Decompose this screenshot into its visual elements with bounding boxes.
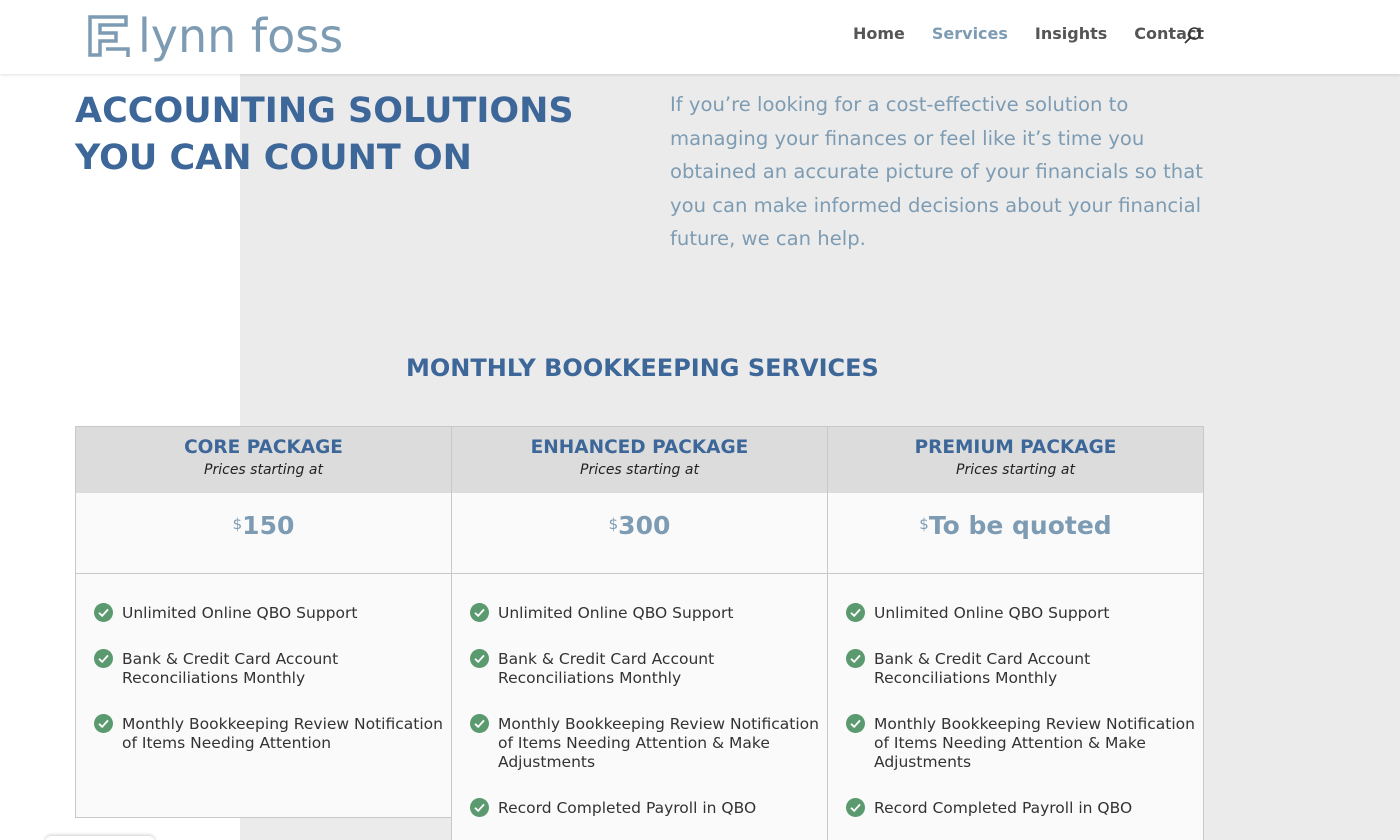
price-amount: To be quoted — [928, 511, 1112, 540]
price-amount: 150 — [242, 511, 295, 540]
check-circle-icon — [94, 603, 113, 622]
hero-title-line-2: YOU CAN COUNT ON — [75, 138, 472, 178]
pricing-column-core: CORE PACKAGE Prices starting at $150 Unl… — [75, 426, 452, 818]
check-circle-icon — [470, 798, 489, 817]
logo-text: lynn foss — [138, 9, 344, 63]
check-circle-icon — [846, 798, 865, 817]
nav-item-services[interactable]: Services — [932, 24, 1008, 43]
nav-item-home[interactable]: Home — [853, 24, 905, 43]
check-circle-icon — [846, 649, 865, 668]
feature-text: Bank & Credit Card Account Reconciliatio… — [122, 650, 339, 687]
feature-list: Unlimited Online QBO Support Bank & Cred… — [452, 574, 827, 818]
pricing-column-enhanced: ENHANCED PACKAGE Prices starting at $300… — [451, 426, 828, 840]
package-subtitle: Prices starting at — [580, 462, 699, 478]
site-header: lynn foss Home Services Insights Contact — [0, 0, 1400, 74]
hero-description: If you’re looking for a cost-effective s… — [670, 93, 1203, 250]
hero-title-line-1: ACCOUNTING SOLUTIONS — [75, 91, 574, 131]
feature-item: Record Completed Payroll in QBO — [470, 798, 827, 818]
hero-title: ACCOUNTING SOLUTIONS YOU CAN COUNT ON — [75, 88, 595, 182]
check-circle-icon — [470, 649, 489, 668]
pricing-header: CORE PACKAGE Prices starting at — [76, 427, 451, 493]
feature-list: Unlimited Online QBO Support Bank & Cred… — [76, 574, 451, 753]
feature-item: Monthly Bookkeeping Review Notification … — [94, 714, 451, 753]
section-title: MONTHLY BOOKKEEPING SERVICES — [406, 354, 879, 382]
check-circle-icon — [94, 714, 113, 733]
pricing-column-premium: PREMIUM PACKAGE Prices starting at $To b… — [827, 426, 1204, 840]
price-row: $150 — [76, 493, 451, 574]
currency-symbol: $ — [919, 515, 929, 533]
feature-text: Unlimited Online QBO Support — [874, 604, 1110, 622]
nav-item-insights[interactable]: Insights — [1035, 24, 1107, 43]
feature-item: Bank & Credit Card Account Reconciliatio… — [846, 649, 1203, 688]
feature-text: Unlimited Online QBO Support — [498, 604, 734, 622]
feature-item: Bank & Credit Card Account Reconciliatio… — [94, 649, 451, 688]
feature-text: Bank & Credit Card Account Reconciliatio… — [498, 650, 715, 687]
currency-symbol: $ — [232, 515, 243, 533]
pricing-header: ENHANCED PACKAGE Prices starting at — [452, 427, 827, 493]
feature-text: Unlimited Online QBO Support — [122, 604, 358, 622]
feature-text: Bank & Credit Card Account Reconciliatio… — [874, 650, 1091, 687]
feature-item: Unlimited Online QBO Support — [846, 603, 1203, 623]
currency-symbol: $ — [608, 515, 619, 533]
feature-item: Unlimited Online QBO Support — [470, 603, 827, 623]
feature-text: Monthly Bookkeeping Review Notification … — [122, 715, 443, 752]
site-logo[interactable]: lynn foss — [86, 10, 343, 62]
feature-text: Record Completed Payroll in QBO — [498, 799, 757, 817]
pricing-table: CORE PACKAGE Prices starting at $150 Unl… — [75, 426, 1204, 840]
package-name: CORE PACKAGE — [184, 437, 343, 458]
feature-item: Record Completed Payroll in QBO — [846, 798, 1203, 818]
check-circle-icon — [94, 649, 113, 668]
package-subtitle: Prices starting at — [956, 462, 1075, 478]
feature-item: Monthly Bookkeeping Review Notification … — [470, 714, 827, 772]
check-circle-icon — [470, 714, 489, 733]
feature-item: Monthly Bookkeeping Review Notification … — [846, 714, 1203, 772]
check-circle-icon — [470, 603, 489, 622]
price-row: $300 — [452, 493, 827, 574]
search-icon[interactable] — [1183, 26, 1203, 46]
feature-text: Record Completed Payroll in QBO — [874, 799, 1133, 817]
package-name: PREMIUM PACKAGE — [914, 437, 1117, 458]
pricing-header: PREMIUM PACKAGE Prices starting at — [828, 427, 1203, 493]
package-name: ENHANCED PACKAGE — [530, 437, 749, 458]
package-subtitle: Prices starting at — [204, 462, 323, 478]
price-amount: 300 — [618, 511, 671, 540]
main-nav: Home Services Insights Contact — [826, 24, 1204, 43]
price-row: $To be quoted — [828, 493, 1203, 574]
feature-item: Bank & Credit Card Account Reconciliatio… — [470, 649, 827, 688]
feature-item: Unlimited Online QBO Support — [94, 603, 451, 623]
check-circle-icon — [846, 714, 865, 733]
logo-mark-icon — [88, 15, 130, 57]
feature-list: Unlimited Online QBO Support Bank & Cred… — [828, 574, 1203, 818]
feature-text: Monthly Bookkeeping Review Notification … — [498, 715, 819, 771]
feature-text: Monthly Bookkeeping Review Notification … — [874, 715, 1195, 771]
check-circle-icon — [846, 603, 865, 622]
cookie-consent-tab[interactable] — [45, 836, 155, 840]
